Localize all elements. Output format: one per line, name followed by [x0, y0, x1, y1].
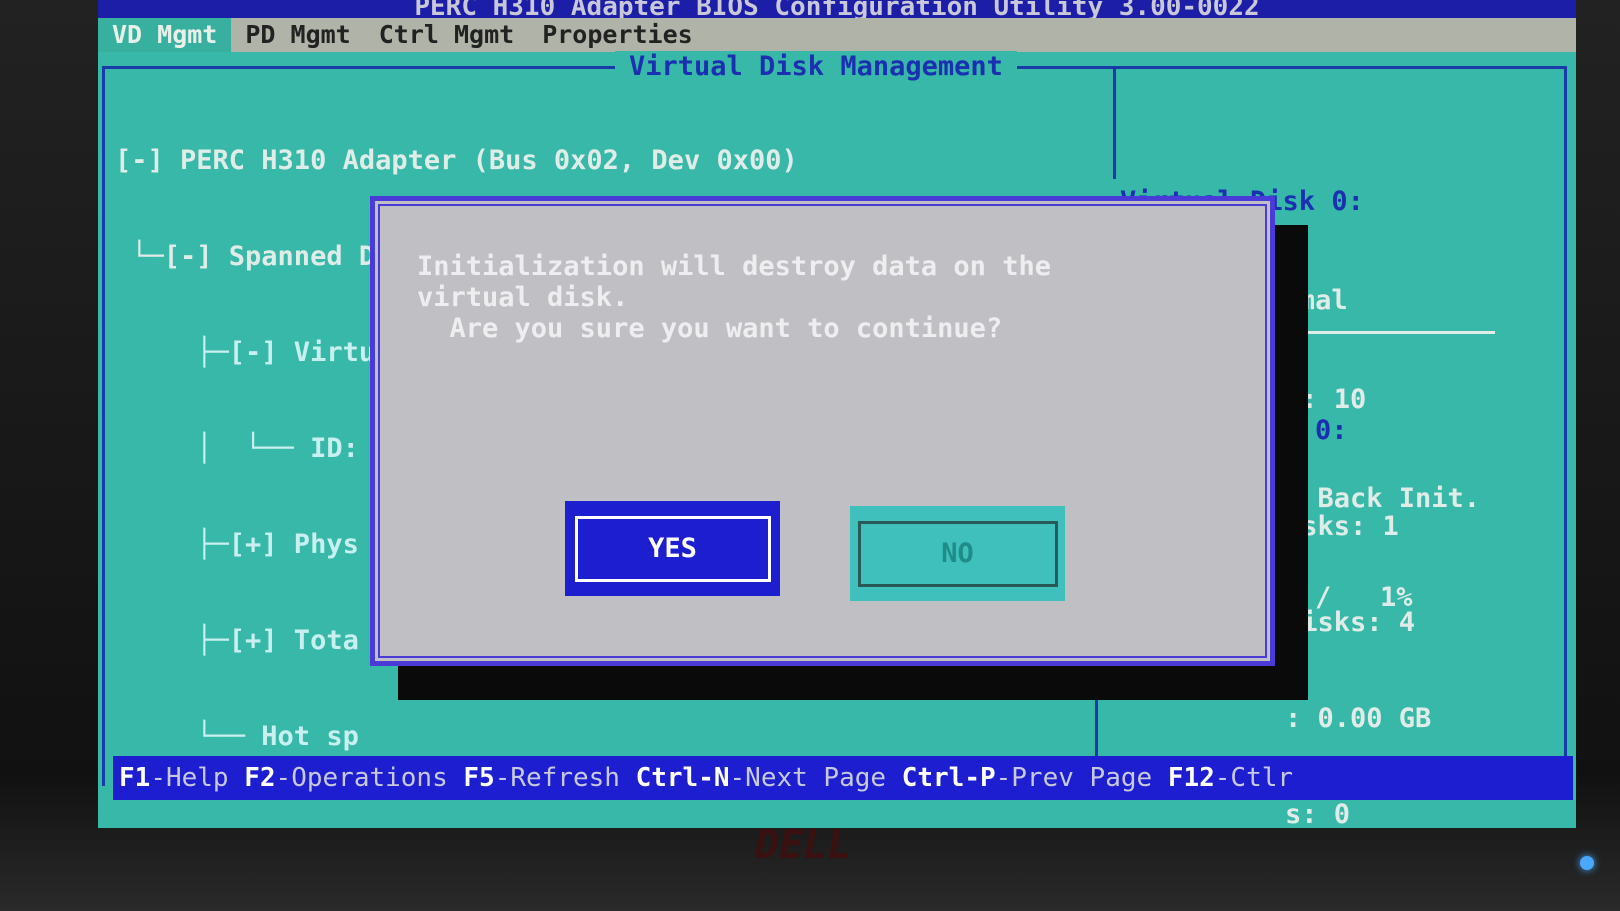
- dg-hot-spares: s: 0: [1285, 799, 1351, 828]
- dialog-message: Initialization will destroy data on the …: [417, 251, 1051, 344]
- yes-label: YES: [574, 515, 771, 582]
- key-ctrl-p: Ctrl-P: [901, 763, 996, 793]
- confirm-dialog: Initialization will destroy data on the …: [370, 196, 1275, 666]
- dg-free-space: : 0.00 GB: [1285, 703, 1432, 734]
- tree-item-hot-spares[interactable]: └── Hot sp: [115, 721, 798, 753]
- key-f2: F2: [244, 763, 276, 793]
- yes-button[interactable]: YES: [565, 501, 780, 596]
- key-f5-desc: -Refresh: [494, 763, 636, 793]
- key-ctrl-n-desc: -Next Page: [729, 763, 902, 793]
- key-ctrl-n: Ctrl-N: [635, 763, 730, 793]
- key-f12: F12: [1167, 763, 1215, 793]
- panel-title: Virtual Disk Management: [615, 51, 1017, 82]
- no-button[interactable]: NO: [850, 506, 1065, 601]
- key-help-bar: F1-Help F2-Operations F5-Refresh Ctrl-N-…: [113, 756, 1573, 800]
- key-f1: F1: [119, 763, 151, 793]
- key-ctrl-p-desc: -Prev Page: [995, 763, 1168, 793]
- no-label: NO: [857, 520, 1058, 587]
- tab-vd-mgmt[interactable]: VD Mgmt: [98, 18, 232, 52]
- dell-logo: DELL: [755, 822, 852, 868]
- title-bar: PERC H310 Adapter BIOS Configuration Uti…: [98, 0, 1576, 20]
- tab-pd-mgmt[interactable]: PD Mgmt: [231, 18, 364, 52]
- key-f12-desc: -Ctlr: [1214, 763, 1294, 793]
- divider: [1113, 69, 1116, 179]
- key-f2-desc: -Operations: [275, 763, 464, 793]
- power-led-icon: [1580, 856, 1594, 870]
- key-f5: F5: [463, 763, 495, 793]
- tab-properties[interactable]: Properties: [528, 18, 707, 52]
- tree-item-adapter[interactable]: [-] PERC H310 Adapter (Bus 0x02, Dev 0x0…: [115, 145, 798, 177]
- separator-line: [1285, 331, 1495, 334]
- menu-bar: VD Mgmt PD Mgmt Ctrl Mgmt Properties: [98, 18, 1576, 52]
- bios-screen: PERC H310 Adapter BIOS Configuration Uti…: [98, 0, 1576, 828]
- tab-ctrl-mgmt[interactable]: Ctrl Mgmt: [365, 18, 528, 52]
- key-f1-desc: -Help: [150, 763, 245, 793]
